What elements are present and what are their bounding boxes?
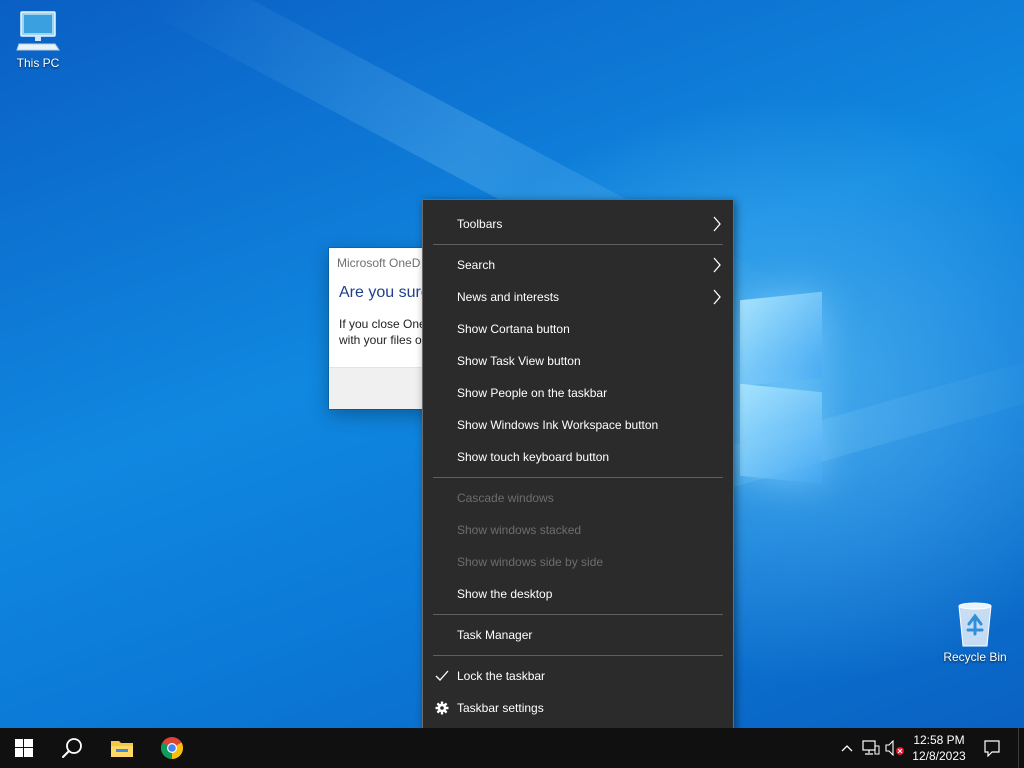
taskbar-clock[interactable]: 12:58 PM 12/8/2023 [905,728,973,768]
menu-item-show-touch-keyboard[interactable]: Show touch keyboard button [423,441,733,473]
menu-item-label: News and interests [457,290,560,304]
show-desktop-button[interactable] [1018,728,1024,768]
menu-separator [433,655,723,656]
menu-item-show-task-view-button[interactable]: Show Task View button [423,345,733,377]
menu-item-label: Show touch keyboard button [457,450,610,464]
check-icon [435,670,449,681]
menu-separator [433,477,723,478]
clock-time: 12:58 PM [913,733,965,747]
volume-button[interactable] [884,728,906,768]
file-explorer-icon [111,741,133,757]
menu-item-task-manager[interactable]: Task Manager [423,619,733,651]
menu-item-label: Search [457,258,496,272]
this-pc-label: This PC [16,56,60,70]
start-icon [15,739,33,757]
computer-icon [16,11,60,51]
menu-item-news-and-interests[interactable]: News and interests [423,281,733,313]
start-button[interactable] [0,728,48,768]
menu-item-label: Show Cortana button [457,322,570,336]
chevron-up-icon [841,745,853,752]
chrome-icon [161,737,183,759]
network-button[interactable] [860,728,882,768]
menu-item-label: Show windows stacked [457,523,582,537]
windows-logo-pane [740,383,822,485]
show-hidden-icons-button[interactable] [836,728,858,768]
search-button[interactable] [48,728,96,768]
volume-muted-icon [885,740,904,756]
menu-item-label: Taskbar settings [457,701,544,715]
desktop-background[interactable]: This PC Recycle Bin Microsoft OneD Are y… [0,0,1024,728]
chrome-button[interactable] [148,728,196,768]
chevron-right-icon [713,289,721,305]
menu-item-label: Show Windows Ink Workspace button [457,418,659,432]
menu-item-show-the-desktop[interactable]: Show the desktop [423,578,733,610]
menu-item-label: Show People on the taskbar [457,386,608,400]
menu-item-label: Show Task View button [457,354,581,368]
taskbar[interactable]: 12:58 PM 12/8/2023 [0,728,1024,768]
menu-item-cascade-windows: Cascade windows [423,482,733,514]
menu-item-search[interactable]: Search [423,249,733,281]
menu-item-label: Task Manager [457,628,533,642]
menu-item-label: Show the desktop [457,587,553,601]
menu-separator [433,614,723,615]
chevron-right-icon [713,257,721,273]
menu-item-show-windows-stacked: Show windows stacked [423,514,733,546]
recycle-bin-icon [958,602,992,647]
search-icon [62,738,82,758]
taskbar-context-menu: Toolbars Search News and interests Show … [422,199,734,728]
network-icon [862,740,880,755]
menu-item-taskbar-settings[interactable]: Taskbar settings [423,692,733,724]
chevron-right-icon [713,216,721,232]
menu-item-label: Lock the taskbar [457,669,546,683]
menu-item-show-windows-side-by-side: Show windows side by side [423,546,733,578]
recycle-bin-desktop-icon[interactable]: Recycle Bin [937,602,1013,664]
windows-logo-pane [740,291,822,387]
recycle-bin-label: Recycle Bin [943,650,1007,664]
file-explorer-button[interactable] [98,728,146,768]
this-pc-desktop-icon[interactable]: This PC [0,10,76,70]
menu-item-toolbars[interactable]: Toolbars [423,208,733,240]
menu-item-label: Toolbars [457,217,503,231]
action-center-button[interactable] [980,728,1004,768]
clock-date: 12/8/2023 [912,749,966,763]
notification-icon [984,740,1000,757]
menu-item-show-people[interactable]: Show People on the taskbar [423,377,733,409]
menu-item-lock-the-taskbar[interactable]: Lock the taskbar [423,660,733,692]
menu-item-label: Show windows side by side [457,555,604,569]
menu-item-show-ink-workspace[interactable]: Show Windows Ink Workspace button [423,409,733,441]
menu-item-label: Cascade windows [457,491,554,505]
menu-separator [433,244,723,245]
menu-item-show-cortana-button[interactable]: Show Cortana button [423,313,733,345]
gear-icon [435,701,449,715]
